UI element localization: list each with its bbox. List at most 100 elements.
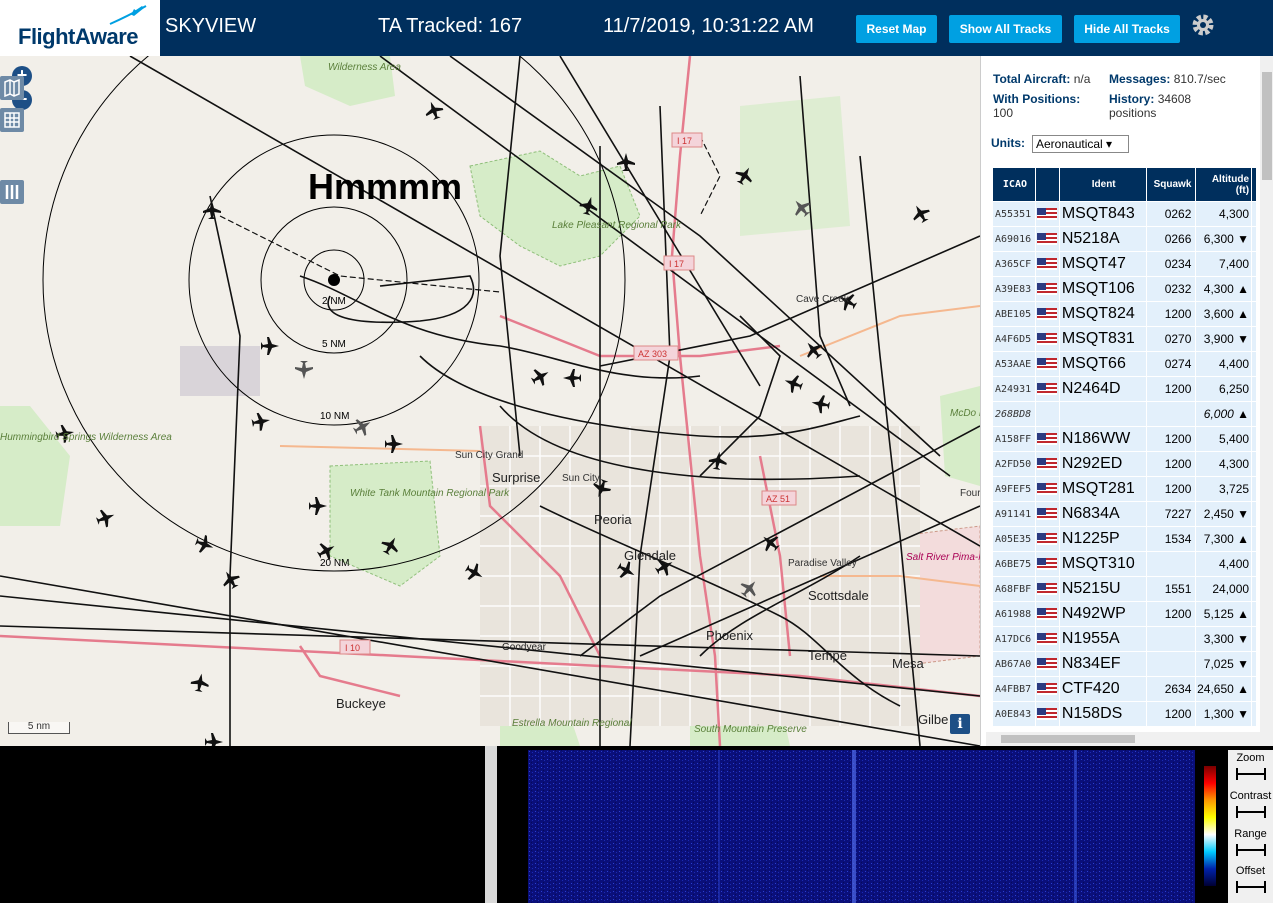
reset-map-button[interactable]: Reset Map [856, 15, 937, 43]
squawk-cell: 0266 [1145, 226, 1197, 252]
row-end-cell [1251, 676, 1257, 702]
row-end-cell [1251, 526, 1257, 552]
column-icao[interactable]: ICAO [992, 167, 1036, 202]
ident-cell: N834EF [1058, 651, 1147, 677]
map-layers-icon[interactable] [0, 76, 24, 100]
row-end-cell [1251, 401, 1257, 427]
table-row[interactable]: A365CF MSQT47 0234 7,400 [992, 251, 1257, 277]
table-row[interactable]: 268BD8 6,000 ▲ [992, 401, 1257, 427]
squawk-cell: 7227 [1145, 501, 1197, 527]
ident-cell: N5218A [1058, 226, 1147, 252]
altitude-cell: 5,125 ▲ [1195, 601, 1253, 627]
scrollbar-thumb[interactable] [1262, 72, 1272, 180]
squawk-cell [1145, 401, 1197, 427]
column-ident[interactable]: Ident [1058, 167, 1147, 202]
waterfall-display[interactable] [528, 750, 1195, 903]
clock-readout: 11/7/2019, 10:31:22 AM [603, 15, 814, 37]
altitude-cell: 3,725 [1195, 476, 1253, 502]
table-row[interactable]: A05E35 N1225P 1534 7,300 ▲ [992, 526, 1257, 552]
row-end-cell [1251, 376, 1257, 402]
squawk-cell: 0232 [1145, 276, 1197, 302]
offset-control-label: Offset [1235, 865, 1266, 877]
range-slider-icon[interactable] [1236, 844, 1266, 856]
hide-all-tracks-button[interactable]: Hide All Tracks [1074, 15, 1180, 43]
table-row[interactable]: A158FF N186WW 1200 5,400 [992, 426, 1257, 452]
icao-cell: A53AAE [992, 351, 1036, 377]
row-end-cell [1251, 701, 1257, 727]
table-row[interactable]: AB67A0 N834EF 7,025 ▼ [992, 651, 1257, 677]
map-label: Glendale [624, 548, 676, 563]
flag-cell [1034, 376, 1060, 402]
ident-cell [1058, 401, 1147, 427]
ring-label-5nm: 5 NM [322, 339, 346, 350]
table-row[interactable]: A61988 N492WP 1200 5,125 ▲ [992, 601, 1257, 627]
zoom-slider-icon[interactable] [1236, 768, 1266, 780]
offset-slider-icon[interactable] [1236, 881, 1266, 893]
flag-cell [1034, 351, 1060, 377]
altitude-cell: 2,450 ▼ [1195, 501, 1253, 527]
flag-cell [1034, 676, 1060, 702]
columns-toggle-icon[interactable] [0, 180, 24, 204]
icao-cell: 268BD8 [992, 401, 1036, 427]
contrast-slider-icon[interactable] [1236, 806, 1266, 818]
info-button[interactable]: i [950, 714, 970, 734]
table-row[interactable]: A6BE75 MSQT310 4,400 [992, 551, 1257, 577]
icao-cell: A6BE75 [992, 551, 1036, 577]
with-positions-value: 100 [993, 106, 1014, 120]
altitude-cell: 6,300 ▼ [1195, 226, 1253, 252]
table-row[interactable]: A91141 N6834A 7227 2,450 ▼ [992, 501, 1257, 527]
table-row[interactable]: A0E843 N158DS 1200 1,300 ▼ [992, 701, 1257, 727]
ident-cell: N5215U [1058, 576, 1147, 602]
squawk-cell [1145, 651, 1197, 677]
gear-icon[interactable] [1190, 12, 1216, 38]
map-label: Estrella Mountain Regional [512, 718, 632, 729]
table-row[interactable]: A69016 N5218A 0266 6,300 ▼ [992, 226, 1257, 252]
table-row[interactable]: A9FEF5 MSQT281 1200 3,725 [992, 476, 1257, 502]
ident-cell: MSQT824 [1058, 301, 1147, 327]
table-row[interactable]: A39E83 MSQT106 0232 4,300 ▲ [992, 276, 1257, 302]
us-flag-icon [1037, 608, 1058, 621]
row-end-cell [1251, 651, 1257, 677]
panel-divider[interactable] [485, 746, 497, 903]
column-squawk[interactable]: Squawk [1145, 167, 1197, 202]
show-all-tracks-button[interactable]: Show All Tracks [949, 15, 1062, 43]
column-altitude[interactable]: Altitude (ft) [1195, 167, 1253, 202]
map-label: Buckeye [336, 696, 386, 711]
us-flag-icon [1037, 508, 1058, 521]
table-row[interactable]: A4F6D5 MSQT831 0270 3,900 ▼ [992, 326, 1257, 352]
map-label: Goodyear [502, 642, 547, 653]
row-end-cell [1251, 426, 1257, 452]
flag-cell [1034, 201, 1060, 227]
row-end-cell [1251, 326, 1257, 352]
map-label: White Tank Mountain Regional Park [350, 488, 510, 499]
ident-cell: MSQT310 [1058, 551, 1147, 577]
column-flag[interactable] [1034, 167, 1060, 202]
contrast-control-label: Contrast [1229, 790, 1272, 802]
squawk-cell: 1551 [1145, 576, 1197, 602]
table-row[interactable]: A2FD50 N292ED 1200 4,300 [992, 451, 1257, 477]
icao-cell: A39E83 [992, 276, 1036, 302]
scrollbar-thumb[interactable] [1001, 735, 1135, 743]
table-row[interactable]: A17DC6 N1955A 3,300 ▼ [992, 626, 1257, 652]
flightaware-logo[interactable]: FlightAware [0, 0, 160, 56]
map-label: Wilderness Area [328, 62, 401, 73]
messages-value: 810.7/sec [1173, 72, 1226, 86]
flag-cell [1034, 626, 1060, 652]
tracked-count: TA Tracked: 167 [378, 15, 523, 37]
us-flag-icon [1037, 458, 1058, 471]
table-row[interactable]: A68FBF N5215U 1551 24,000 [992, 576, 1257, 602]
ident-cell: N1225P [1058, 526, 1147, 552]
squawk-cell: 0274 [1145, 351, 1197, 377]
table-row[interactable]: A53AAE MSQT66 0274 4,400 [992, 351, 1257, 377]
range-control-label: Range [1234, 828, 1267, 840]
units-select[interactable]: Aeronautical ▾ [1032, 135, 1129, 153]
table-row[interactable]: ABE105 MSQT824 1200 3,600 ▲ [992, 301, 1257, 327]
flag-cell [1034, 476, 1060, 502]
icao-cell: A158FF [992, 426, 1036, 452]
map-view[interactable]: 2 NM 5 NM 10 NM 20 NM Wilderness Area La… [0, 56, 980, 746]
table-row[interactable]: A55351 MSQT843 0262 4,300 [992, 201, 1257, 227]
grid-toggle-icon[interactable] [0, 108, 24, 132]
table-row[interactable]: A24931 N2464D 1200 6,250 [992, 376, 1257, 402]
table-row[interactable]: A4FBB7 CTF420 2634 24,650 ▲ [992, 676, 1257, 702]
row-end-cell [1251, 226, 1257, 252]
